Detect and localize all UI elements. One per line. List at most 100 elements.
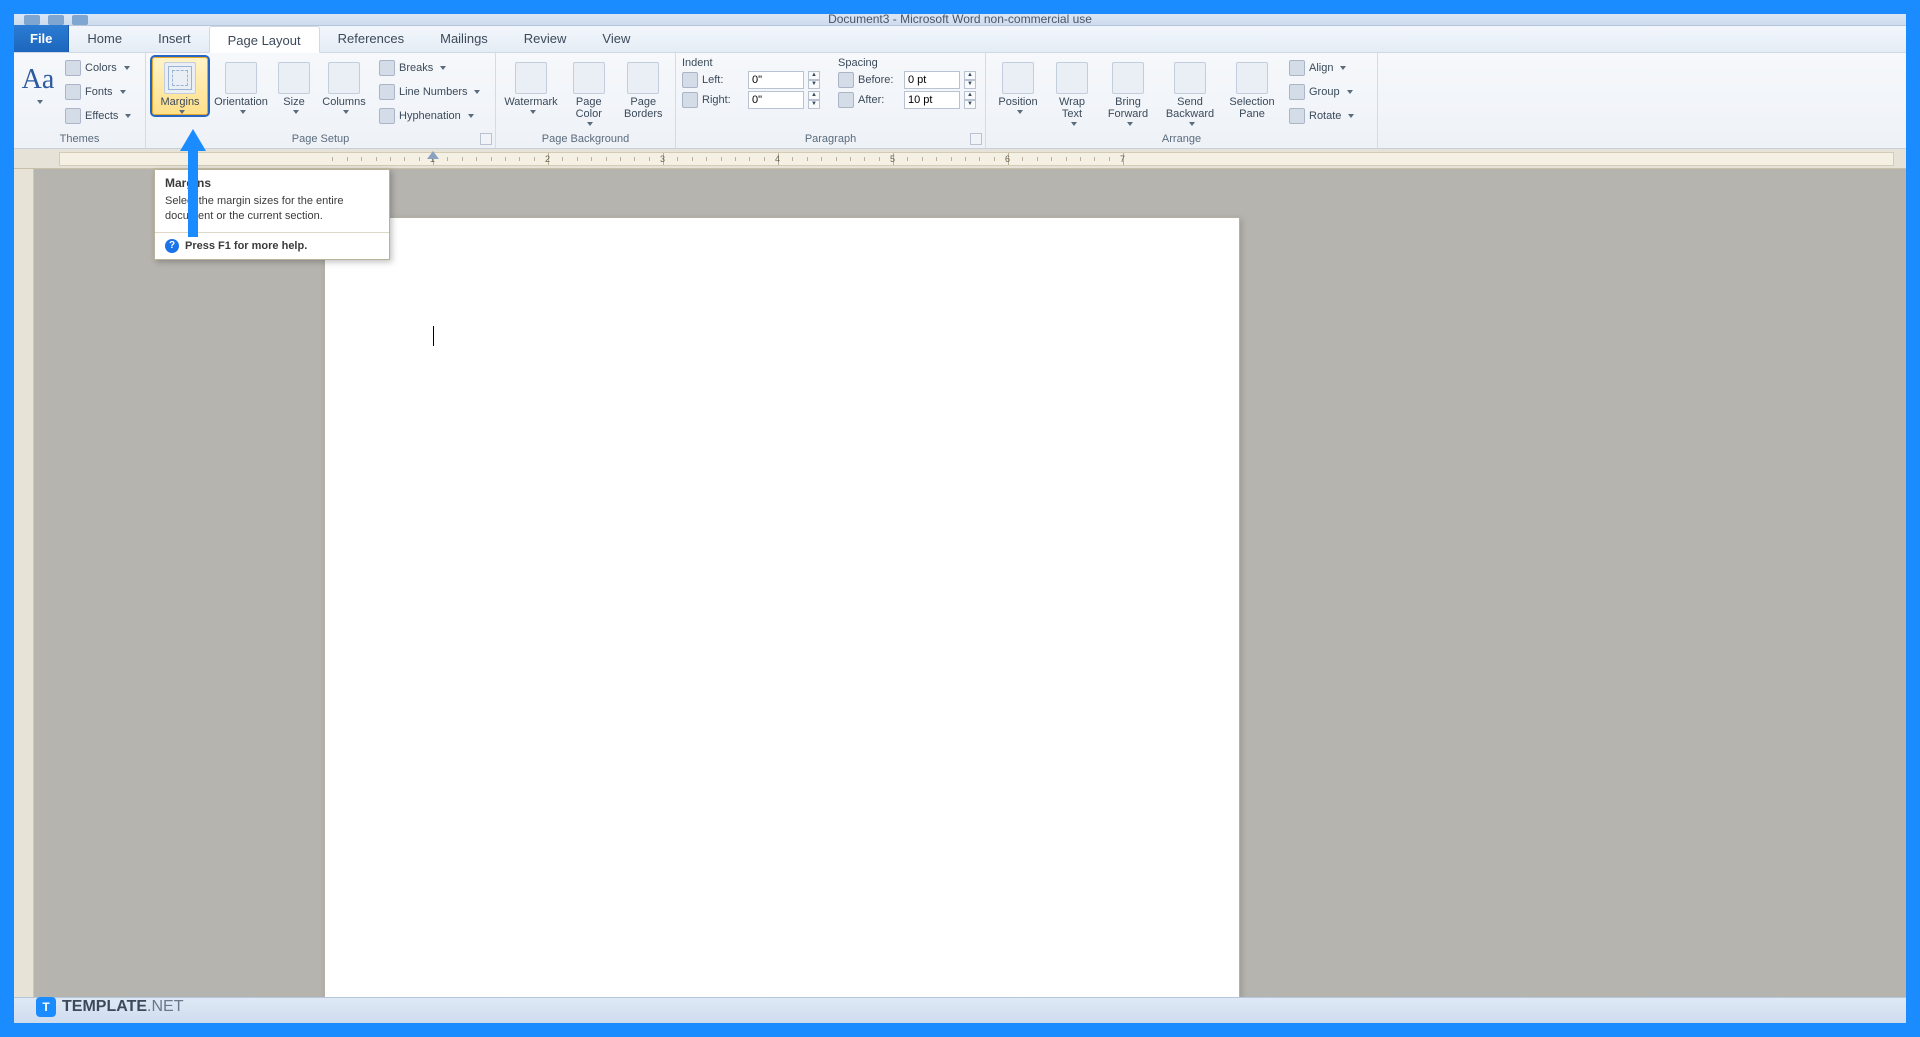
branding-bold: TEMPLATE xyxy=(62,998,147,1015)
ribbon-tabs: File Home Insert Page Layout References … xyxy=(14,26,1906,53)
page-color-icon xyxy=(573,62,605,94)
spacing-after-down[interactable]: ▼ xyxy=(964,100,976,109)
breaks-label: Breaks xyxy=(399,59,433,77)
vertical-ruler[interactable] xyxy=(14,169,34,997)
spacing-after-up[interactable]: ▲ xyxy=(964,91,976,100)
help-icon: ? xyxy=(165,239,179,253)
watermark-label: Watermark xyxy=(504,96,557,108)
horizontal-ruler-area: 1234567 xyxy=(14,149,1906,169)
themes-button[interactable]: Aa xyxy=(20,57,56,105)
size-button[interactable]: Size xyxy=(274,57,314,115)
indent-heading: Indent xyxy=(682,57,820,69)
position-button[interactable]: Position xyxy=(992,57,1044,115)
spacing-after-input[interactable] xyxy=(904,91,960,109)
colors-icon xyxy=(65,60,81,76)
theme-effects-label: Effects xyxy=(85,107,118,125)
tab-review[interactable]: Review xyxy=(506,25,585,52)
page-setup-dialog-launcher[interactable] xyxy=(480,133,492,145)
ruler-mark: 7 xyxy=(1120,154,1125,164)
spacing-after-icon xyxy=(838,92,854,108)
paragraph-dialog-launcher[interactable] xyxy=(970,133,982,145)
line-numbers-icon xyxy=(379,84,395,100)
group-themes-label: Themes xyxy=(20,131,139,148)
fonts-icon xyxy=(65,84,81,100)
rotate-button[interactable]: Rotate xyxy=(1284,105,1359,127)
group-paragraph-label: Paragraph xyxy=(682,131,979,148)
breaks-button[interactable]: Breaks xyxy=(374,57,485,79)
position-icon xyxy=(1002,62,1034,94)
send-backward-button[interactable]: Send Backward xyxy=(1160,57,1220,127)
indent-left-icon xyxy=(682,72,698,88)
indent-right-label: Right: xyxy=(702,94,744,106)
tab-view[interactable]: View xyxy=(584,25,648,52)
spacing-heading: Spacing xyxy=(838,57,976,69)
tab-mailings[interactable]: Mailings xyxy=(422,25,506,52)
indent-left-input[interactable] xyxy=(748,71,804,89)
group-page-background: Watermark Page Color Page Borders Page B… xyxy=(496,53,676,148)
indent-right-icon xyxy=(682,92,698,108)
margins-button[interactable]: Margins xyxy=(152,57,208,115)
breaks-icon xyxy=(379,60,395,76)
text-cursor xyxy=(433,326,434,346)
line-numbers-label: Line Numbers xyxy=(399,83,467,101)
effects-icon xyxy=(65,108,81,124)
wrap-text-button[interactable]: Wrap Text xyxy=(1048,57,1096,127)
margins-label: Margins xyxy=(160,96,199,108)
wrap-text-icon xyxy=(1056,62,1088,94)
ruler-indent-marker-icon[interactable] xyxy=(427,151,439,159)
tab-page-layout[interactable]: Page Layout xyxy=(209,26,320,53)
qat-save-icon[interactable] xyxy=(24,15,40,25)
selection-pane-button[interactable]: Selection Pane xyxy=(1224,57,1280,121)
group-objects-button[interactable]: Group xyxy=(1284,81,1359,103)
group-paragraph: Indent Left: ▲▼ Right: ▲▼ Sp xyxy=(676,53,986,148)
hyphenation-button[interactable]: Hyphenation xyxy=(374,105,485,127)
columns-button[interactable]: Columns xyxy=(318,57,370,115)
spacing-before-down[interactable]: ▼ xyxy=(964,80,976,89)
tab-insert[interactable]: Insert xyxy=(140,25,209,52)
indent-right-down[interactable]: ▼ xyxy=(808,100,820,109)
page-borders-button[interactable]: Page Borders xyxy=(618,57,669,121)
document-workspace[interactable] xyxy=(14,169,1906,997)
theme-colors-button[interactable]: Colors xyxy=(60,57,136,79)
line-numbers-button[interactable]: Line Numbers xyxy=(374,81,485,103)
tooltip-help-text: Press F1 for more help. xyxy=(185,240,307,252)
page-borders-icon xyxy=(627,62,659,94)
selection-pane-icon xyxy=(1236,62,1268,94)
bring-forward-icon xyxy=(1112,62,1144,94)
qat-redo-icon[interactable] xyxy=(72,15,88,25)
margins-tooltip: Margins Select the margin sizes for the … xyxy=(154,169,390,260)
orientation-button[interactable]: Orientation xyxy=(212,57,270,115)
indent-left-up[interactable]: ▲ xyxy=(808,71,820,80)
group-icon xyxy=(1289,84,1305,100)
branding-light: .NET xyxy=(147,998,183,1015)
size-icon xyxy=(278,62,310,94)
hyphenation-icon xyxy=(379,108,395,124)
align-button[interactable]: Align xyxy=(1284,57,1359,79)
tooltip-body: Select the margin sizes for the entire d… xyxy=(155,194,389,232)
qat-undo-icon[interactable] xyxy=(48,15,64,25)
indent-right-up[interactable]: ▲ xyxy=(808,91,820,100)
tab-home[interactable]: Home xyxy=(69,25,140,52)
spacing-before-up[interactable]: ▲ xyxy=(964,71,976,80)
template-net-logo-icon: T xyxy=(36,997,56,1017)
tooltip-title: Margins xyxy=(155,170,389,194)
theme-fonts-button[interactable]: Fonts xyxy=(60,81,136,103)
tab-references[interactable]: References xyxy=(320,25,422,52)
spacing-before-input[interactable] xyxy=(904,71,960,89)
horizontal-ruler[interactable]: 1234567 xyxy=(59,152,1894,166)
page-color-button[interactable]: Page Color xyxy=(564,57,614,127)
ruler-mark: 4 xyxy=(775,154,780,164)
position-label: Position xyxy=(998,96,1037,108)
tab-file[interactable]: File xyxy=(14,25,69,52)
bring-forward-button[interactable]: Bring Forward xyxy=(1100,57,1156,127)
indent-right-input[interactable] xyxy=(748,91,804,109)
spacing-before-icon xyxy=(838,72,854,88)
indent-left-down[interactable]: ▼ xyxy=(808,80,820,89)
document-page[interactable] xyxy=(324,217,1240,997)
theme-effects-button[interactable]: Effects xyxy=(60,105,136,127)
ruler-mark: 3 xyxy=(660,154,665,164)
align-icon xyxy=(1289,60,1305,76)
watermark-button[interactable]: Watermark xyxy=(502,57,560,115)
theme-colors-label: Colors xyxy=(85,59,117,77)
rotate-label: Rotate xyxy=(1309,107,1341,125)
